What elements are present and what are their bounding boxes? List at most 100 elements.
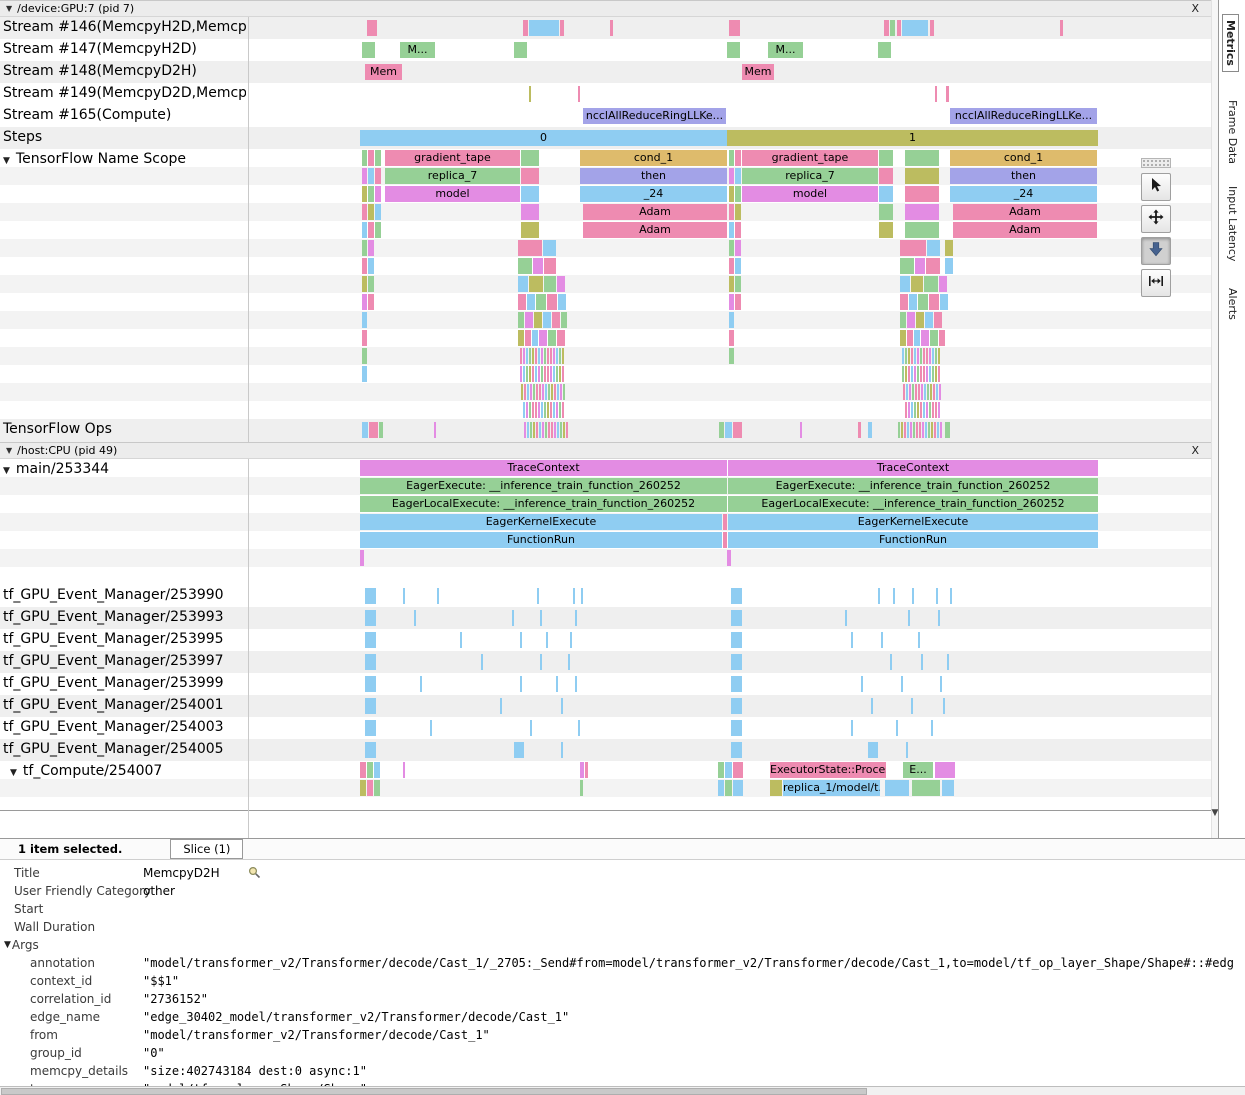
trace-slice-cluster[interactable] (520, 366, 565, 382)
trace-slice[interactable]: replica_7 (742, 168, 878, 184)
trace-slice[interactable] (368, 186, 374, 202)
trace-slice[interactable]: then (580, 168, 727, 184)
trace-slice[interactable] (539, 422, 541, 438)
trace-slice[interactable] (529, 276, 543, 292)
trace-slice[interactable]: Mem (742, 64, 774, 80)
trace-slice[interactable]: cond_1 (580, 150, 727, 166)
trace-slice-cluster[interactable] (898, 422, 942, 438)
trace-slice[interactable] (552, 312, 560, 328)
trace-slice[interactable] (550, 402, 552, 418)
trace-slice[interactable]: model (385, 186, 520, 202)
trace-slice[interactable] (420, 676, 422, 692)
trace-slice[interactable] (920, 402, 922, 418)
trace-slice[interactable] (547, 402, 549, 418)
trace-slice[interactable] (927, 240, 940, 256)
trace-slice[interactable] (902, 366, 904, 382)
trace-slice[interactable] (553, 366, 555, 382)
trace-slice[interactable] (923, 402, 925, 418)
trace-slice[interactable] (580, 780, 583, 796)
trace-slice[interactable] (537, 588, 539, 604)
trace-slice[interactable] (931, 720, 933, 736)
trace-slice[interactable]: EagerKernelExecute (360, 514, 722, 530)
trace-slice[interactable] (890, 20, 895, 36)
trace-slice[interactable] (414, 610, 416, 626)
trace-slice[interactable] (733, 422, 742, 438)
trace-slice[interactable]: replica_1/model/t... (783, 780, 880, 796)
trace-slice[interactable] (911, 366, 913, 382)
trace-slice[interactable] (735, 150, 741, 166)
trace-slice[interactable] (554, 384, 556, 400)
trace-slice[interactable] (735, 240, 741, 256)
tab-alerts[interactable]: Alerts (1226, 288, 1239, 320)
trace-slice[interactable] (924, 384, 926, 400)
trace-slice[interactable] (362, 240, 367, 256)
trace-slice[interactable] (533, 422, 535, 438)
trace-slice[interactable]: _24 (950, 186, 1097, 202)
trace-slice[interactable] (918, 632, 920, 648)
trace-slice[interactable] (548, 330, 556, 346)
trace-slice[interactable] (532, 366, 534, 382)
trace-slice[interactable]: ncclAllReduceRingLLKe... (583, 108, 726, 124)
trace-slice[interactable] (365, 698, 376, 714)
trace-slice[interactable] (729, 240, 734, 256)
trace-slice[interactable] (935, 402, 937, 418)
trace-slice[interactable] (553, 348, 555, 364)
trace-slice[interactable] (938, 348, 940, 364)
trace-slice[interactable] (536, 294, 546, 310)
trace-slice[interactable] (881, 632, 883, 648)
trace-slice[interactable] (929, 294, 939, 310)
trace-slice[interactable] (938, 402, 940, 418)
trace-slice[interactable] (532, 348, 534, 364)
trace-slice[interactable] (375, 168, 381, 184)
trace-slice[interactable] (533, 384, 535, 400)
trace-slice[interactable] (559, 348, 561, 364)
trace-slice[interactable] (900, 330, 906, 346)
trace-slice[interactable] (610, 20, 613, 36)
trace-slice[interactable]: EagerExecute: __inference_train_function… (728, 478, 1098, 494)
trace-slice[interactable] (529, 348, 531, 364)
trace-slice[interactable] (544, 258, 556, 274)
trace-slice[interactable]: Adam (953, 204, 1097, 220)
trace-slice[interactable] (913, 422, 915, 438)
trace-slice[interactable] (903, 384, 905, 400)
trace-slice[interactable] (729, 168, 734, 184)
trace-slice[interactable] (518, 240, 542, 256)
trace-slice[interactable] (905, 168, 939, 184)
trace-slice-cluster[interactable] (905, 402, 941, 418)
trace-slice[interactable] (544, 402, 546, 418)
trace-slice[interactable] (518, 294, 526, 310)
trace-slice[interactable] (533, 258, 543, 274)
trace-slice[interactable] (926, 402, 928, 418)
trace-slice[interactable] (935, 348, 937, 364)
trace-slice-cluster[interactable] (903, 384, 941, 400)
trace-slice[interactable] (729, 276, 734, 292)
trace-slice[interactable] (914, 330, 920, 346)
trace-slice[interactable] (905, 150, 939, 166)
trace-slice[interactable]: Adam (583, 204, 727, 220)
trace-slice[interactable] (518, 258, 532, 274)
trace-slice[interactable] (923, 348, 925, 364)
trace-slice[interactable] (940, 294, 948, 310)
vertical-scrollbar[interactable]: ▼ (1211, 0, 1218, 838)
trace-slice[interactable] (943, 698, 945, 714)
horizontal-scrollbar[interactable] (0, 1086, 1245, 1095)
trace-slice[interactable] (545, 384, 547, 400)
trace-slice[interactable] (362, 366, 367, 382)
trace-slice[interactable]: EagerLocalExecute: __inference_train_fun… (360, 496, 727, 512)
expand-icon[interactable]: ▼ (10, 768, 17, 778)
trace-slice[interactable] (554, 422, 556, 438)
trace-slice[interactable] (731, 610, 742, 626)
trace-slice[interactable] (927, 384, 929, 400)
trace-slice[interactable] (925, 312, 933, 328)
trace-slice[interactable] (551, 384, 553, 400)
trace-slice[interactable] (520, 348, 522, 364)
trace-slice[interactable] (920, 348, 922, 364)
trace-slice[interactable] (735, 258, 741, 274)
trace-slice[interactable] (568, 654, 570, 670)
trace-slice[interactable] (905, 348, 907, 364)
close-button[interactable]: X (1183, 444, 1207, 457)
trace-slice[interactable] (570, 632, 572, 648)
horizontal-scroll-thumb[interactable] (1, 1088, 867, 1095)
trace-slice[interactable] (733, 762, 743, 778)
trace-slice[interactable] (460, 632, 462, 648)
